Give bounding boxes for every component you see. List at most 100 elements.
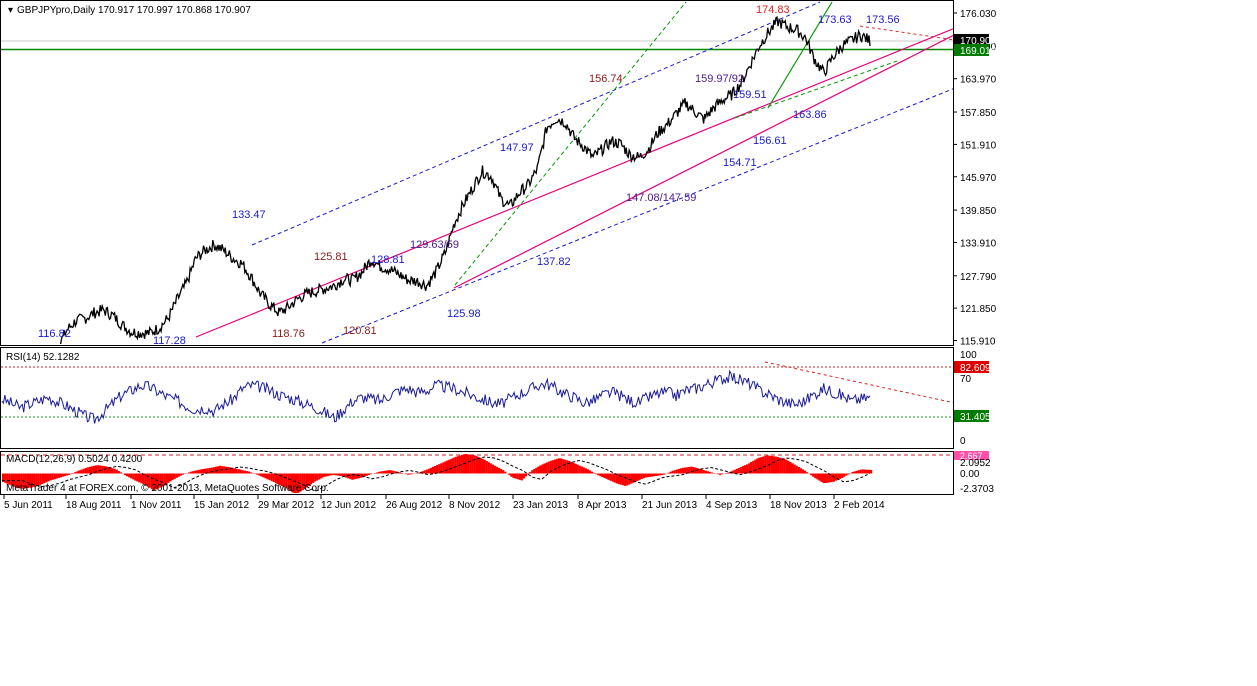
- macd-bar: [524, 473, 528, 477]
- macd-bar: [655, 473, 658, 476]
- macd-bar: [545, 462, 548, 474]
- macd-bar: [826, 473, 829, 483]
- macd-bar: [105, 466, 108, 474]
- macd-bar: [322, 473, 325, 478]
- macd-bar: [452, 457, 455, 474]
- macd-bar: [475, 456, 478, 474]
- time-axis-label: 4 Sep 2013: [706, 500, 758, 511]
- macd-bar: [843, 473, 846, 477]
- macd-bar: [57, 473, 60, 478]
- macd-bar: [491, 464, 494, 474]
- macd-bar: [355, 473, 358, 479]
- macd-bar: [684, 467, 687, 474]
- macd-bar: [624, 473, 627, 486]
- macd-bar: [390, 470, 393, 474]
- macd-bar: [640, 473, 643, 479]
- macd-bar: [805, 472, 809, 474]
- macd-bar: [66, 473, 69, 476]
- macd-bar: [59, 473, 63, 478]
- macd-bar: [663, 473, 666, 475]
- macd-bar: [708, 471, 711, 474]
- macd-bar: [783, 458, 786, 474]
- macd-bar: [611, 473, 614, 482]
- macd-bar: [99, 465, 102, 474]
- macd-bar: [653, 473, 656, 477]
- macd-bar: [733, 469, 736, 474]
- annotation-154-71: 154.71: [723, 157, 757, 169]
- time-axis-label: 26 Aug 2012: [386, 500, 443, 511]
- annotation-125-81: 125.81: [314, 251, 348, 263]
- chart-credit: MetaTrader 4 at FOREX.com, © 2001-2013, …: [6, 483, 329, 494]
- macd-bar: [574, 463, 577, 474]
- macd-bar: [498, 467, 501, 474]
- macd-bar: [529, 472, 532, 474]
- macd-bar: [700, 469, 703, 474]
- macd-bar: [192, 471, 195, 474]
- macd-bar: [235, 468, 238, 474]
- macd-bar: [250, 472, 253, 474]
- macd-bar: [785, 459, 788, 474]
- macd-bar: [359, 473, 362, 478]
- macd-bar: [696, 468, 699, 474]
- macd-bar: [225, 466, 228, 474]
- macd-bar: [551, 460, 554, 474]
- macd-bar: [841, 473, 844, 478]
- macd-bar: [103, 466, 106, 474]
- macd-bar: [237, 469, 240, 474]
- price-axis-label: 151.910: [960, 140, 997, 151]
- macd-bar: [690, 466, 693, 474]
- macd-bar: [502, 470, 505, 474]
- chart-symbol: GBPJPYpro,Daily: [17, 5, 95, 16]
- macd-bar: [227, 467, 230, 474]
- macd-bar: [661, 473, 664, 476]
- macd-bar: [433, 466, 437, 474]
- macd-bar: [812, 473, 815, 477]
- macd-bar: [799, 468, 802, 474]
- macd-bar: [256, 473, 259, 475]
- macd-bar: [593, 472, 596, 474]
- macd-bar: [520, 473, 523, 481]
- macd-bar: [245, 471, 249, 474]
- macd-bar: [326, 473, 329, 477]
- macd-bar: [566, 460, 569, 474]
- macd-bar: [212, 467, 215, 474]
- time-axis-label: 23 Jan 2013: [513, 500, 568, 511]
- support-level-tag-label: 169.016: [960, 46, 997, 57]
- macd-bar: [599, 473, 602, 477]
- macd-level-zero: 0.00: [960, 469, 980, 480]
- macd-bar: [818, 473, 821, 481]
- macd-bar: [405, 473, 408, 475]
- time-axis-label: 12 Jun 2012: [321, 500, 376, 511]
- macd-bar: [803, 470, 807, 474]
- macd-bar: [617, 473, 621, 485]
- macd-bar: [84, 468, 87, 474]
- macd-bar: [822, 473, 825, 484]
- macd-bar: [74, 472, 77, 474]
- macd-bar: [268, 473, 271, 481]
- macd-bar: [789, 462, 792, 474]
- macd-bar: [223, 466, 226, 474]
- macd-bar: [239, 469, 242, 474]
- time-axis-label: 1 Nov 2011: [131, 500, 182, 511]
- macd-bar: [388, 470, 391, 474]
- macd-bar: [541, 464, 544, 474]
- macd-bar: [543, 463, 546, 474]
- macd-bar: [638, 473, 641, 480]
- macd-bar: [477, 456, 480, 474]
- macd-bar: [138, 473, 141, 483]
- macd-bar: [82, 468, 85, 474]
- macd-bar: [834, 473, 838, 481]
- macd-bar: [781, 458, 784, 474]
- macd-bar: [863, 469, 866, 474]
- macd-bar: [646, 473, 649, 478]
- annotation-174-83: 174.83: [756, 4, 790, 16]
- macd-bar: [791, 463, 794, 474]
- macd-bar: [128, 473, 131, 478]
- macd-bar: [113, 468, 116, 474]
- macd-bar: [595, 473, 598, 475]
- macd-bar: [636, 473, 639, 481]
- macd-bar: [173, 473, 176, 479]
- macd-bar: [859, 469, 862, 474]
- macd-bar: [469, 454, 472, 474]
- time-axis-label: 29 Mar 2012: [258, 500, 315, 511]
